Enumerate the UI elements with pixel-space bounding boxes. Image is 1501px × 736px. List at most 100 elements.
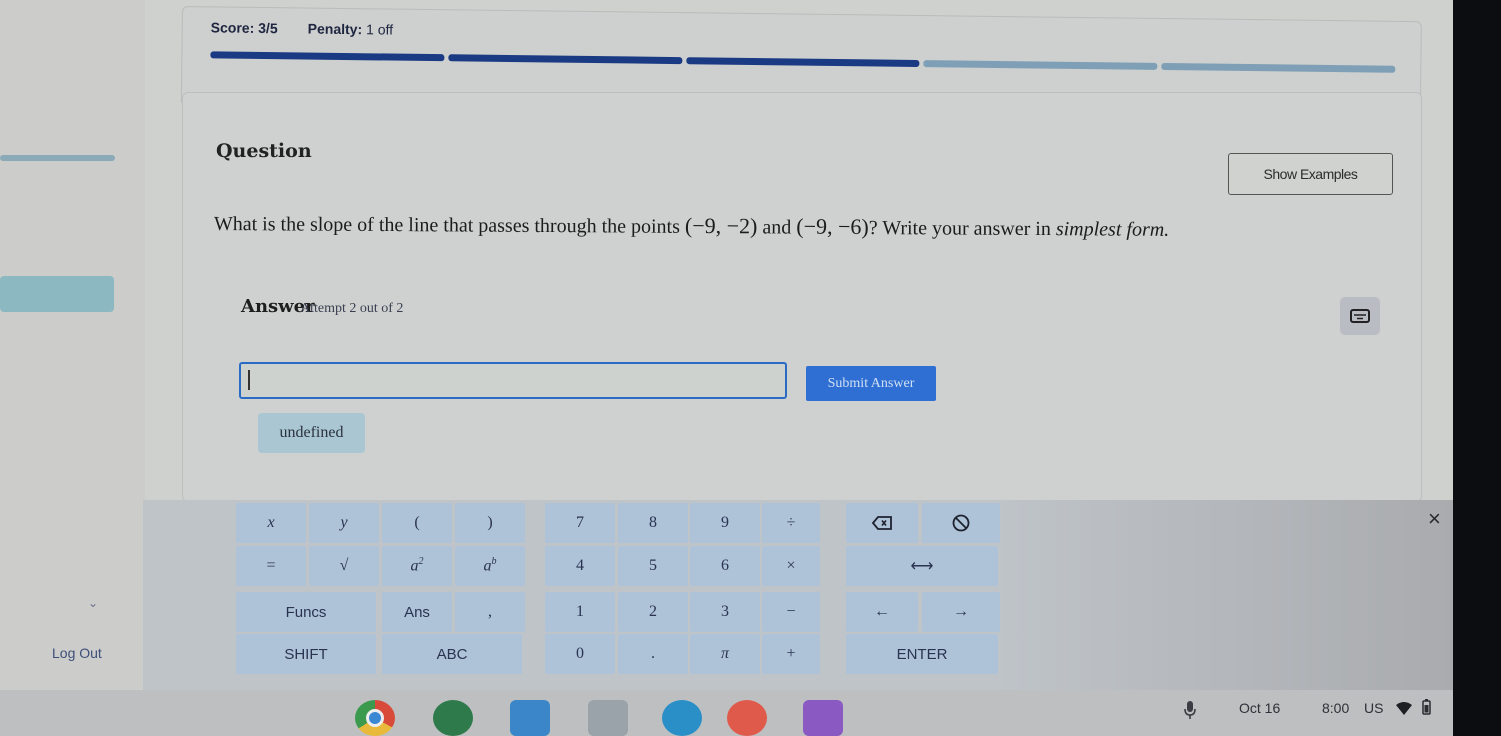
app-3-icon[interactable] — [510, 700, 550, 736]
key-equals[interactable]: = — [236, 546, 306, 586]
key-label: 8 — [649, 514, 657, 531]
penalty-label: Penalty: 1 off — [308, 21, 394, 38]
key-x[interactable]: x — [236, 503, 306, 543]
key-shift[interactable]: SHIFT — [236, 634, 376, 674]
key-comma[interactable]: , — [455, 592, 525, 632]
key-6[interactable]: 6 — [690, 546, 760, 586]
key-power[interactable]: ab — [455, 546, 525, 586]
key-0[interactable]: 0 — [545, 634, 615, 674]
key-y[interactable]: y — [309, 503, 379, 543]
key-left-right[interactable]: ⟷ — [846, 546, 998, 586]
key-8[interactable]: 8 — [618, 503, 688, 543]
key-enter[interactable]: ENTER — [846, 634, 998, 674]
key-pi[interactable]: π — [690, 634, 760, 674]
question-title: Question — [216, 140, 312, 162]
point-2: (−9, −6) — [796, 213, 869, 239]
locale-label[interactable]: US — [1364, 700, 1383, 716]
key-4[interactable]: 4 — [545, 546, 615, 586]
app-6-icon[interactable] — [727, 700, 767, 736]
taskbar — [0, 690, 1453, 736]
key-ans[interactable]: Ans — [382, 592, 452, 632]
penalty-value: 1 off — [365, 21, 394, 38]
key-clear[interactable] — [922, 503, 1000, 543]
key-abc[interactable]: ABC — [382, 634, 522, 674]
key-funcs[interactable]: Funcs — [236, 592, 376, 632]
left-nav: ⌄ Log Out — [0, 0, 145, 690]
key-5[interactable]: 5 — [618, 546, 688, 586]
wifi-icon[interactable] — [1396, 702, 1412, 719]
progress-segment-complete — [210, 51, 445, 62]
key-left-arrow[interactable]: ← — [846, 592, 918, 632]
nav-item-placeholder[interactable] — [0, 155, 115, 161]
key-label: a2 — [410, 556, 424, 575]
key-label: 2 — [649, 603, 657, 620]
text-caret — [248, 370, 250, 390]
progress-segment-incomplete — [1161, 62, 1396, 73]
score-label: Score: 3/5 — [210, 19, 278, 37]
show-examples-button[interactable]: Show Examples — [1228, 153, 1393, 195]
answer-suggestion-chip[interactable]: undefined — [258, 413, 365, 453]
key-label: . — [651, 645, 655, 662]
key-right-arrow[interactable]: → — [922, 592, 1000, 632]
key-label: ) — [487, 514, 493, 531]
key-label: × — [786, 557, 796, 574]
microphone-icon[interactable] — [1183, 700, 1197, 723]
key-label: √ — [339, 557, 349, 574]
key-7[interactable]: 7 — [545, 503, 615, 543]
progress-segment-incomplete — [923, 60, 1158, 70]
date-label[interactable]: Oct 16 — [1239, 700, 1280, 716]
nav-item-active[interactable] — [0, 276, 114, 312]
submit-answer-button[interactable]: Submit Answer — [806, 366, 936, 401]
key-1[interactable]: 1 — [545, 592, 615, 632]
key-label: 7 — [576, 514, 584, 531]
key-label: 5 — [649, 557, 657, 574]
chevron-down-icon[interactable]: ⌄ — [88, 596, 98, 610]
key-close-paren[interactable]: ) — [455, 503, 525, 543]
close-keypad-button[interactable]: × — [1428, 506, 1441, 532]
chrome-icon[interactable] — [355, 700, 395, 736]
progress-segment-complete — [685, 57, 920, 68]
slides-app-icon[interactable] — [662, 700, 702, 736]
key-label: ABC — [436, 645, 468, 663]
key-label: 6 — [721, 557, 729, 574]
key-decimal[interactable]: . — [618, 634, 688, 674]
battery-icon[interactable] — [1422, 699, 1431, 718]
time-label[interactable]: 8:00 — [1322, 700, 1349, 716]
app-7-icon[interactable] — [803, 700, 843, 736]
key-sqrt[interactable]: √ — [309, 546, 379, 586]
key-2[interactable]: 2 — [618, 592, 688, 632]
attempt-counter: Attempt 2 out of 2 — [300, 301, 404, 316]
qr-app-icon[interactable] — [588, 700, 628, 736]
key-label: 3 — [721, 603, 729, 620]
question-text-and: and — [757, 216, 797, 239]
answer-input[interactable] — [239, 362, 787, 399]
screen-bezel — [1453, 0, 1501, 736]
keyboard-toggle-button[interactable] — [1340, 297, 1380, 335]
key-label: 9 — [721, 514, 729, 531]
key-label: y — [340, 514, 348, 531]
key-label: + — [786, 645, 796, 662]
key-3[interactable]: 3 — [690, 592, 760, 632]
classroom-icon[interactable] — [433, 700, 473, 736]
key-9[interactable]: 9 — [690, 503, 760, 543]
key-plus[interactable]: + — [762, 634, 820, 674]
key-label: ENTER — [896, 645, 948, 663]
key-label: ab — [483, 556, 497, 575]
key-label: Funcs — [285, 603, 327, 621]
key-label: 4 — [576, 557, 584, 574]
key-label: ( — [414, 514, 420, 531]
backspace-icon — [872, 516, 892, 530]
keyboard-icon — [1350, 309, 1370, 323]
key-multiply[interactable]: × — [762, 546, 820, 586]
key-backspace[interactable] — [846, 503, 918, 543]
key-divide[interactable]: ÷ — [762, 503, 820, 543]
clear-icon — [952, 514, 970, 532]
logout-link[interactable]: Log Out — [52, 645, 102, 661]
chrome-center — [366, 709, 384, 727]
key-square[interactable]: a2 — [382, 546, 452, 586]
key-label: ÷ — [786, 514, 796, 531]
progress-bar — [210, 51, 1396, 73]
key-minus[interactable]: − — [762, 592, 820, 632]
key-label: ⟷ — [910, 558, 934, 575]
key-open-paren[interactable]: ( — [382, 503, 452, 543]
